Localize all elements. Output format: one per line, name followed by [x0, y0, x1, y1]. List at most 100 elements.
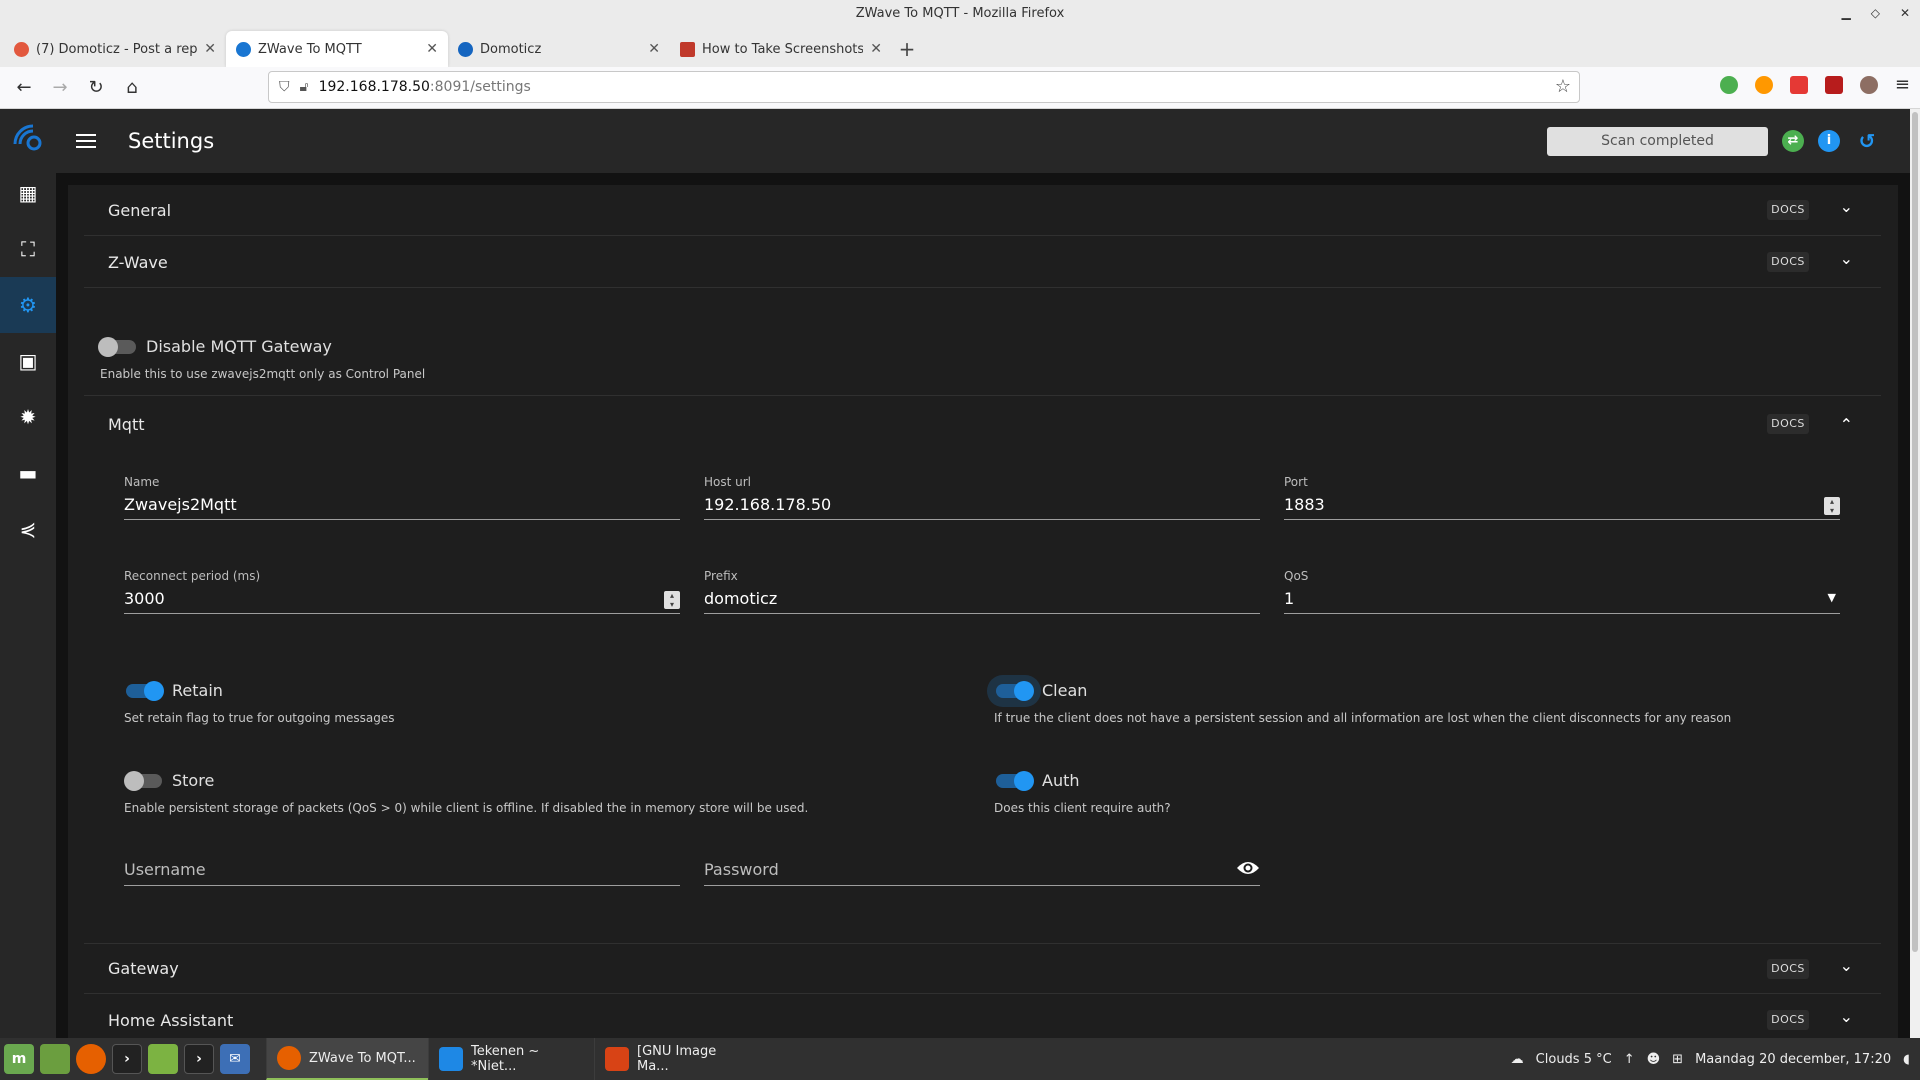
page-scrollbar[interactable] [1910, 109, 1920, 1038]
clock-text[interactable]: Maandag 20 december, 17:20 [1695, 1052, 1891, 1067]
auth-toggle[interactable]: Auth [996, 770, 1080, 791]
info-icon[interactable]: i [1818, 130, 1840, 152]
switch[interactable] [126, 680, 164, 701]
toggle-label: Clean [1042, 681, 1088, 700]
chevron-down-icon[interactable]: ⌄ [1840, 197, 1853, 216]
browser-tab[interactable]: How to Take Screenshots or ✕ [670, 31, 892, 67]
docs-button[interactable]: DOCS [1767, 200, 1809, 220]
minimize-icon[interactable]: ▁ [1841, 0, 1850, 27]
browser-tab[interactable]: Domoticz ✕ [448, 31, 670, 67]
update-icon[interactable]: ↑ [1624, 1052, 1635, 1067]
sidebar-item-mesh[interactable]: ⋞ [0, 501, 56, 557]
scan-status-button[interactable]: Scan completed [1547, 127, 1768, 156]
reload-icon[interactable]: ↻ [78, 77, 114, 98]
retain-toggle[interactable]: Retain [126, 680, 223, 701]
panel-home-assistant[interactable]: Home Assistant DOCS ⌄ [84, 995, 1881, 1038]
back-icon[interactable]: ← [6, 77, 42, 98]
password-field[interactable]: Password [704, 840, 1260, 886]
home-icon[interactable]: ⌂ [114, 77, 150, 98]
store-toggle[interactable]: Store [124, 770, 214, 791]
taskbar-window-gimp[interactable]: [GNU Image Ma... [594, 1038, 754, 1080]
sidebar-item-scenes[interactable]: ▣ [0, 333, 56, 389]
chevron-down-icon[interactable]: ⌄ [1840, 1007, 1853, 1026]
extension-icon[interactable] [1754, 76, 1773, 94]
close-tab-icon[interactable]: ✕ [870, 41, 882, 57]
close-tab-icon[interactable]: ✕ [426, 41, 438, 57]
dashboard-icon: ▦ [18, 181, 38, 205]
close-tab-icon[interactable]: ✕ [204, 41, 216, 57]
sidebar-item-control-panel[interactable]: ▦ [0, 165, 56, 221]
debug-icon: ✹ [19, 405, 37, 429]
new-tab-icon[interactable]: + [892, 31, 922, 67]
close-window-icon[interactable]: ✕ [1900, 0, 1910, 27]
taskbar-window-editor[interactable]: Tekenen ~ *Niet... [428, 1038, 594, 1080]
username-field[interactable]: Username [124, 840, 680, 886]
weather-text[interactable]: Clouds 5 °C [1536, 1052, 1612, 1067]
mail-icon[interactable]: ✉ [220, 1044, 250, 1074]
hamburger-menu-icon[interactable] [76, 130, 96, 152]
extension-icon[interactable] [1719, 76, 1738, 94]
desktop-icon[interactable] [40, 1044, 70, 1074]
eye-icon[interactable] [1236, 859, 1260, 881]
tab-label: How to Take Screenshots or [702, 41, 864, 57]
volume-icon[interactable]: ◖ [1903, 1052, 1910, 1067]
ublock-icon[interactable] [1824, 76, 1843, 94]
mqtt-name-field[interactable]: Name Zwavejs2Mqtt [124, 475, 680, 520]
terminal-icon[interactable]: › [112, 1044, 142, 1074]
docs-button[interactable]: DOCS [1767, 1010, 1809, 1030]
panel-general[interactable]: General DOCS ⌄ [84, 185, 1881, 236]
mqtt-prefix-field[interactable]: Prefix domoticz [704, 569, 1260, 614]
mqtt-port-field[interactable]: Port 1883 ▴ ▾ [1284, 475, 1840, 520]
forward-icon[interactable]: → [42, 77, 78, 98]
shield-icon[interactable]: ⛉ [279, 79, 290, 95]
toggle-label: Auth [1042, 771, 1080, 790]
browser-tab-active[interactable]: ZWave To MQTT ✕ [226, 31, 448, 67]
disable-mqtt-toggle[interactable]: Disable MQTT Gateway [98, 336, 332, 357]
panel-zwave[interactable]: Z-Wave DOCS ⌄ [84, 237, 1881, 288]
insecure-lock-icon[interactable]: 🔓︎ [300, 79, 309, 95]
url-bar[interactable]: ⛉ 🔓︎ 192.168.178.50:8091/settings ☆ [268, 71, 1580, 103]
sidebar-item-smart-start[interactable]: ⛶ [0, 221, 56, 277]
sidebar-item-store[interactable]: ▬ [0, 445, 56, 501]
firefox-icon[interactable] [76, 1044, 106, 1074]
panel-gateway[interactable]: Gateway DOCS ⌄ [84, 943, 1881, 994]
switch[interactable] [124, 770, 162, 791]
panel-mqtt[interactable]: Mqtt DOCS ⌃ [84, 399, 1881, 450]
sidebar-item-debug[interactable]: ✹ [0, 389, 56, 445]
terminal-icon[interactable]: › [184, 1044, 214, 1074]
mqtt-qos-select[interactable]: QoS 1 ▼ [1284, 569, 1840, 614]
number-stepper-icon[interactable]: ▴ ▾ [1824, 497, 1840, 515]
chevron-up-icon[interactable]: ⌃ [1840, 415, 1853, 434]
chevron-down-icon[interactable]: ⌄ [1840, 249, 1853, 268]
mqtt-reconnect-field[interactable]: Reconnect period (ms) 3000 ▴ ▾ [124, 569, 680, 614]
switch[interactable] [98, 336, 136, 357]
docs-button[interactable]: DOCS [1767, 252, 1809, 272]
url-host: 192.168.178.50 [318, 79, 430, 95]
taskbar-window-firefox[interactable]: ZWave To MQT... [266, 1038, 428, 1080]
files-icon[interactable] [148, 1044, 178, 1074]
url-path: :8091/settings [429, 79, 531, 95]
mint-menu-icon[interactable]: m [4, 1044, 34, 1074]
browser-tab[interactable]: (7) Domoticz - Post a reply ✕ [4, 31, 226, 67]
clean-toggle[interactable]: Clean [996, 680, 1088, 701]
sidebar-item-settings[interactable]: ⚙ [0, 277, 56, 333]
switch[interactable] [996, 770, 1034, 791]
menu-icon[interactable]: ≡ [1895, 76, 1910, 94]
switch[interactable] [996, 680, 1034, 701]
number-stepper-icon[interactable]: ▴ ▾ [664, 591, 680, 609]
connection-status-icon[interactable]: ⇄ [1782, 130, 1804, 152]
maximize-icon[interactable]: ◇ [1871, 0, 1880, 27]
dropdown-arrow-icon[interactable]: ▼ [1828, 591, 1836, 604]
docs-button[interactable]: DOCS [1767, 959, 1809, 979]
docs-button[interactable]: DOCS [1767, 414, 1809, 434]
user-icon[interactable]: ☻ [1647, 1052, 1661, 1067]
history-icon[interactable]: ↺ [1856, 130, 1878, 152]
extension-icon[interactable] [1789, 76, 1808, 94]
extension-icon[interactable] [1859, 76, 1878, 94]
close-tab-icon[interactable]: ✕ [648, 41, 660, 57]
chevron-down-icon[interactable]: ⌄ [1840, 956, 1853, 975]
mqtt-host-field[interactable]: Host url 192.168.178.50 [704, 475, 1260, 520]
bookmark-star-icon[interactable]: ☆ [1555, 76, 1571, 97]
panel-title: Z-Wave [108, 252, 168, 272]
network-icon[interactable]: ⊞ [1672, 1052, 1683, 1067]
